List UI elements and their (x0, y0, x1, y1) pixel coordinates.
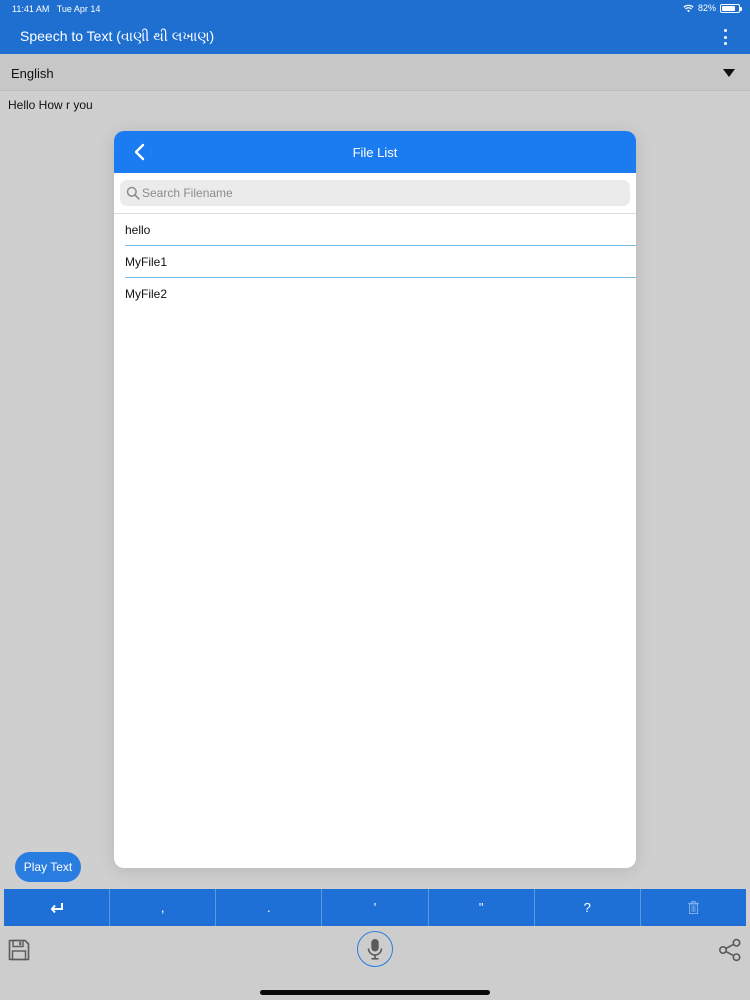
trash-icon (687, 901, 699, 914)
quote-key[interactable]: " (429, 889, 535, 926)
status-right: 82% (683, 3, 742, 13)
more-options-icon[interactable] (720, 29, 730, 45)
play-text-button[interactable]: Play Text (15, 852, 81, 882)
language-label: English (11, 66, 54, 81)
footer (0, 926, 750, 1000)
file-list: hello MyFile1 MyFile2 (114, 214, 636, 310)
wifi-icon (683, 4, 694, 12)
battery-icon (720, 3, 742, 13)
punctuation-bar: , . ' " ? (4, 889, 746, 926)
delete-key[interactable] (641, 889, 746, 926)
save-icon[interactable] (7, 938, 31, 962)
speech-text: Hello How r you (8, 98, 93, 112)
file-item-hello[interactable]: hello (114, 214, 636, 246)
battery-percent: 82% (697, 3, 716, 13)
app-bar: 11:41 AM Tue Apr 14 82% Speech to Text (… (0, 0, 750, 54)
search-filename-input[interactable] (142, 180, 622, 206)
share-icon[interactable] (718, 938, 742, 962)
mic-button[interactable] (357, 931, 393, 967)
enter-key[interactable] (4, 889, 111, 926)
file-item-myfile1[interactable]: MyFile1 (114, 246, 636, 278)
file-item-myfile2[interactable]: MyFile2 (114, 278, 636, 310)
status-bar: 11:41 AM Tue Apr 14 82% (0, 0, 750, 18)
mic-icon (367, 939, 383, 960)
comma-key[interactable]: , (110, 889, 217, 926)
search-icon (126, 186, 140, 200)
apostrophe-key[interactable]: ' (322, 889, 429, 926)
period-key[interactable]: . (216, 889, 323, 926)
search-bar (120, 180, 630, 206)
file-list-modal: File List hello MyFile1 MyFile2 (114, 131, 636, 868)
language-selector[interactable]: English (0, 54, 750, 91)
app-title: Speech to Text (વાણી થી લખાણ) (20, 28, 215, 44)
status-time: 11:41 AM Tue Apr 14 (12, 4, 101, 14)
return-arrow-icon (50, 902, 63, 913)
home-indicator (260, 990, 490, 995)
dropdown-caret-icon (723, 69, 735, 77)
modal-title: File List (352, 145, 398, 160)
modal-header: File List (114, 131, 636, 173)
question-key[interactable]: ? (535, 889, 641, 926)
